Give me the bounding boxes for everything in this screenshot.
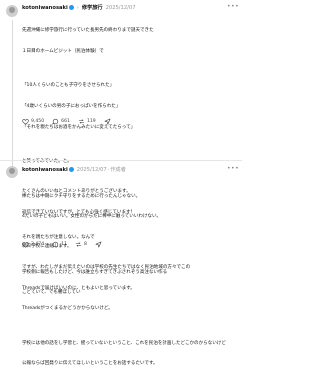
post-line: ですが、わたしがまだ伝えたいのは学校の先生たちではなく民泊地域の方々でこの [22, 264, 191, 270]
post-line: 「それを親たちはお酒をかんみたいに変えてたらって」 [22, 124, 136, 130]
post-header: kotoniwanosaki 2025/12/07·作成者 [22, 167, 126, 173]
heart-icon [22, 119, 29, 125]
thread-post-1: kotoniwanosaki修学旅行2025/12/07 ••• 先週沖縄に修学… [0, 0, 242, 295]
heart-icon [22, 242, 29, 248]
post-line: Threadsがつくまるかどうかからないけど。 [22, 306, 113, 312]
send-icon [95, 241, 102, 248]
verified-badge-icon [68, 5, 74, 10]
post-line: １日目のホームビジット（民泊体験）で [22, 48, 104, 54]
like-button[interactable]: 2,474 [22, 241, 44, 248]
post-line: 先週沖縄に修学旅行に行っていた長男先の終わりまで謎天できた [22, 27, 154, 33]
like-button[interactable]: 9,450 [22, 118, 44, 125]
post-header: kotoniwanosaki 修学旅行2025/12/07 [22, 5, 136, 11]
repost-icon [75, 242, 82, 247]
author-label: 作成者 [110, 167, 126, 173]
post-line: 「10人くらいのことも子守りをさせられた」 [22, 83, 115, 89]
comment-count: 11 [61, 242, 68, 247]
username[interactable]: kotoniwanosaki [22, 167, 68, 173]
post-line: たくさんのいいねとコメントありがとうございます。 [22, 188, 131, 194]
repost-icon [78, 119, 85, 124]
post-actions: 2,474 11 8 [22, 241, 112, 248]
like-count: 9,450 [31, 119, 45, 124]
repost-button[interactable]: 8 [75, 241, 87, 248]
avatar[interactable] [6, 5, 18, 17]
topic-tag[interactable]: 修学旅行 [77, 5, 103, 11]
like-count: 2,474 [31, 242, 45, 247]
post-actions: 9,450 661 119 [22, 118, 121, 125]
post-body: たくさんのいいねとコメントありがとうございます。 返信できていないですが、とても… [22, 175, 226, 382]
repost-count: 8 [84, 242, 87, 247]
comment-button[interactable]: 661 [52, 118, 70, 125]
repost-button[interactable]: 119 [78, 118, 96, 125]
post-divider [0, 160, 242, 161]
post-date: 2025/12/07 [76, 167, 107, 173]
repost-count: 119 [86, 119, 96, 124]
avatar[interactable] [6, 166, 18, 178]
thread-post-2: kotoniwanosaki 2025/12/07·作成者 ••• たくさんのいい… [0, 163, 242, 366]
thread-connector-line [12, 20, 13, 166]
post-line: 学校には他の話をし学習と、揺っていないということ、これを民泊を計画したどこかのか… [22, 340, 226, 346]
more-dots-icon[interactable]: ••• [227, 3, 239, 10]
comment-icon [52, 241, 59, 248]
post-line: Threadsで届けばいいのに、ともよいと思っています。 [22, 285, 135, 291]
share-button[interactable] [95, 241, 104, 248]
more-dots-icon[interactable]: ••• [227, 165, 239, 172]
comment-count: 661 [61, 119, 70, 124]
verified-badge-icon [68, 167, 74, 172]
post-line: 「4歳いくらいの男の子におっぱいを作られた」 [22, 103, 121, 109]
share-button[interactable] [104, 118, 113, 125]
comment-icon [52, 118, 59, 125]
username[interactable]: kotoniwanosaki [22, 5, 68, 11]
post-line: 公報ならば回発りに伝えてほしいということをお話するたいです。 [22, 361, 158, 367]
send-icon [104, 118, 111, 125]
post-line: 返信できていないですが、とても心強く感じています！ [22, 209, 136, 215]
post-date: 2025/12/07 [105, 5, 136, 11]
comment-button[interactable]: 11 [52, 241, 67, 248]
